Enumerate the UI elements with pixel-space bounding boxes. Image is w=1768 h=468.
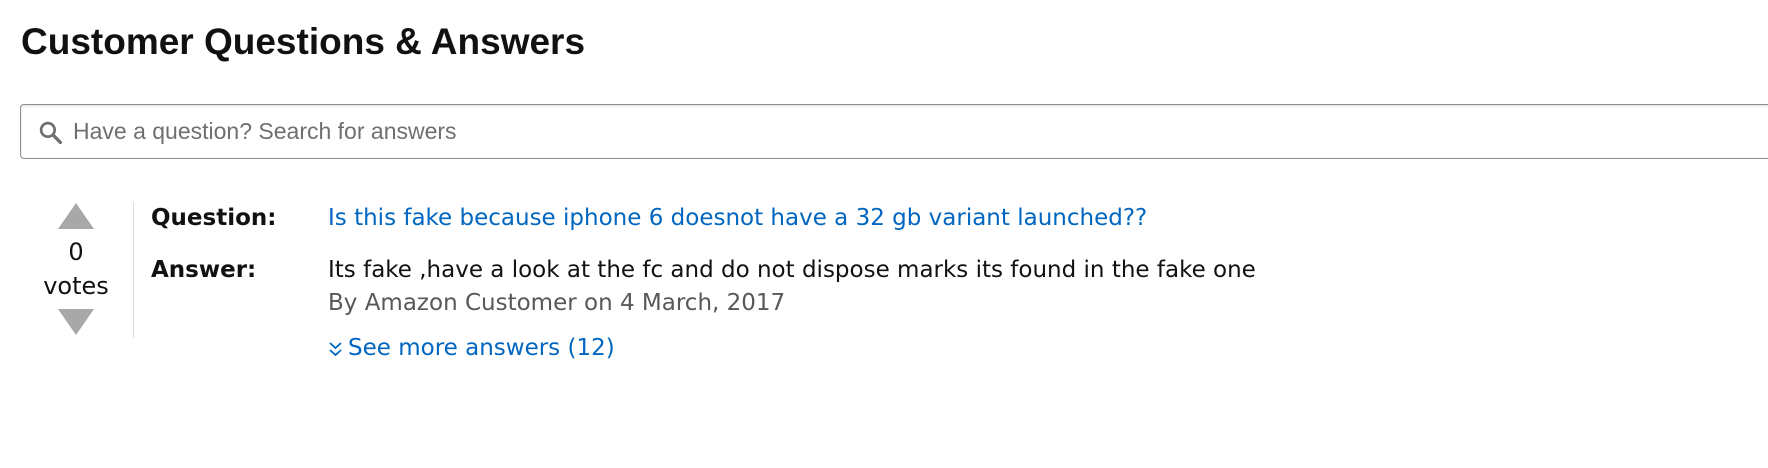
customer-qa-section: Customer Questions & Answers 0 votes Que… [0,0,1768,468]
see-more-answers-link[interactable]: See more answers (12) [348,332,615,364]
search-box[interactable] [20,104,1768,159]
downvote-button[interactable] [56,307,96,337]
vote-count: 0 [68,238,84,266]
question-label: Question: [151,205,277,231]
page-title: Customer Questions & Answers [21,21,586,62]
answer-byline: By Amazon Customer on 4 March, 2017 [328,290,786,316]
question-link[interactable]: Is this fake because iphone 6 doesnot ha… [328,202,1147,234]
search-icon [39,121,63,145]
triangle-up-icon [58,203,94,229]
answer-text: Its fake ,have a look at the fc and do n… [328,257,1256,283]
answer-label: Answer: [151,257,257,283]
triangle-down-icon [58,309,94,335]
vote-label: votes [43,272,109,300]
search-input[interactable] [73,106,1673,157]
double-chevron-down-icon [329,342,342,357]
see-more-answers-button[interactable]: See more answers (12) [328,332,615,364]
upvote-button[interactable] [56,201,96,231]
vote-block: 0 votes [40,200,112,340]
vote-divider [133,202,134,338]
